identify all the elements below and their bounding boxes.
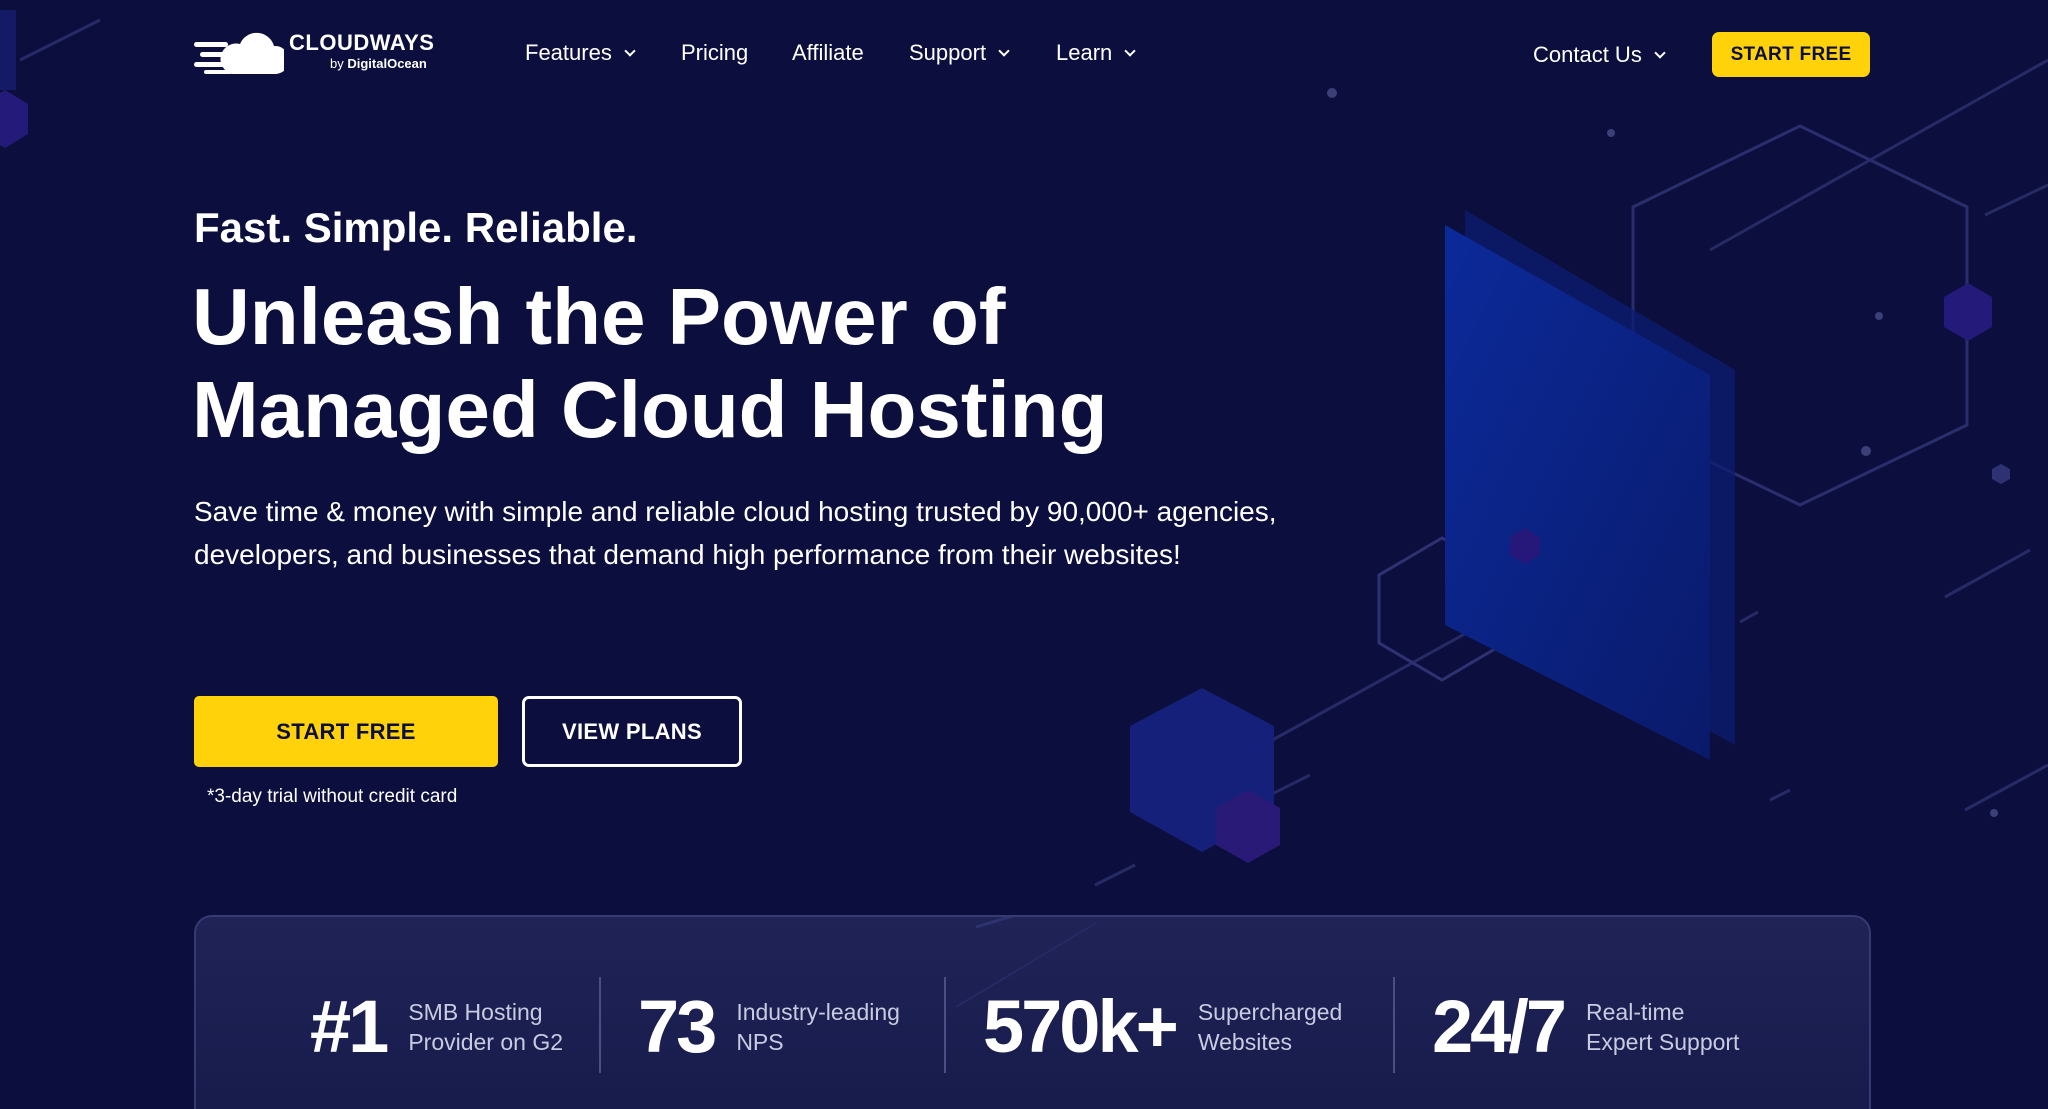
hero-headline-line2: Managed Cloud Hosting xyxy=(192,365,1108,454)
cloud-logo-icon xyxy=(194,32,284,74)
hero-tagline: Fast. Simple. Reliable. xyxy=(194,204,638,251)
stat-divider xyxy=(599,977,601,1073)
stat-item: #1 SMB Hosting Provider on G2 xyxy=(310,987,563,1067)
nav-item-learn[interactable]: Learn xyxy=(1056,38,1136,68)
nav-item-label: Affiliate xyxy=(792,40,864,65)
stat-label: Industry-leading NPS xyxy=(736,997,900,1057)
hero-headline: Unleash the Power of Managed Cloud Hosti… xyxy=(192,270,1292,456)
stat-label: Real-time Expert Support xyxy=(1586,997,1739,1057)
nav-item-features[interactable]: Features xyxy=(525,38,636,68)
stat-divider xyxy=(1393,977,1395,1073)
stat-label-line1: SMB Hosting xyxy=(408,999,543,1025)
start-free-button[interactable]: START FREE xyxy=(194,696,498,767)
stat-item: 73 Industry-leading NPS xyxy=(638,987,900,1067)
logo-sub-company: DigitalOcean xyxy=(347,56,427,71)
stat-value: 73 xyxy=(638,985,717,1068)
stats-panel: #1 SMB Hosting Provider on G2 73 Industr… xyxy=(194,915,1871,1109)
stat-label-line1: Supercharged xyxy=(1197,999,1343,1025)
nav-item-label: Pricing xyxy=(681,40,749,65)
logo-sub-text: by DigitalOcean xyxy=(330,56,427,71)
nav-item-label: Support xyxy=(909,40,987,65)
cloudways-logo[interactable]: CLOUDWAYS by DigitalOcean xyxy=(194,26,444,82)
nav-item-pricing[interactable]: Pricing xyxy=(681,38,748,68)
logo-brand-text: CLOUDWAYS xyxy=(289,30,435,55)
nav-item-label: Learn xyxy=(1056,40,1113,65)
logo-sub-by: by xyxy=(330,56,344,71)
stat-item: 570k+ Supercharged Websites xyxy=(983,987,1342,1067)
stat-label-line2: Websites xyxy=(1197,1029,1293,1055)
nav-item-affiliate[interactable]: Affiliate xyxy=(792,38,864,68)
stat-item: 24/7 Real-time Expert Support xyxy=(1432,987,1739,1067)
page: CLOUDWAYS by DigitalOcean Features Prici… xyxy=(0,0,2048,1109)
nav-item-support[interactable]: Support xyxy=(909,38,1010,68)
chevron-down-icon xyxy=(1124,44,1136,57)
nav-item-label: Features xyxy=(525,40,612,65)
stat-value: 570k+ xyxy=(983,985,1179,1068)
view-plans-button[interactable]: VIEW PLANS xyxy=(522,696,742,767)
site-header: CLOUDWAYS by DigitalOcean Features Prici… xyxy=(0,0,2048,110)
nav-item-contact-us[interactable]: Contact Us xyxy=(1533,40,1666,70)
stat-label-line1: Real-time xyxy=(1586,999,1685,1025)
nav-item-label: Contact Us xyxy=(1533,42,1642,67)
trial-note: *3-day trial without credit card xyxy=(207,786,458,807)
chevron-down-icon xyxy=(1654,46,1666,59)
hero-headline-line1: Unleash the Power of xyxy=(192,272,1006,361)
stat-divider xyxy=(944,977,946,1073)
stat-value: #1 xyxy=(310,985,389,1068)
blue-panel-front xyxy=(1445,225,1710,760)
stat-label-line2: NPS xyxy=(736,1029,784,1055)
hero-description: Save time & money with simple and reliab… xyxy=(194,496,1277,570)
stat-value: 24/7 xyxy=(1432,985,1567,1068)
header-start-free-button[interactable]: START FREE xyxy=(1712,32,1870,77)
hexagon-filled-right xyxy=(1944,283,1992,341)
hexagon-tiny-right xyxy=(1992,464,2010,484)
stat-label: SMB Hosting Provider on G2 xyxy=(408,997,563,1057)
stat-label: Supercharged Websites xyxy=(1198,997,1343,1057)
chevron-down-icon xyxy=(998,44,1010,57)
stat-label-line2: Provider on G2 xyxy=(408,1029,564,1055)
stat-label-line1: Industry-leading xyxy=(736,999,900,1025)
stat-label-line2: Expert Support xyxy=(1586,1029,1740,1055)
chevron-down-icon xyxy=(624,44,636,57)
